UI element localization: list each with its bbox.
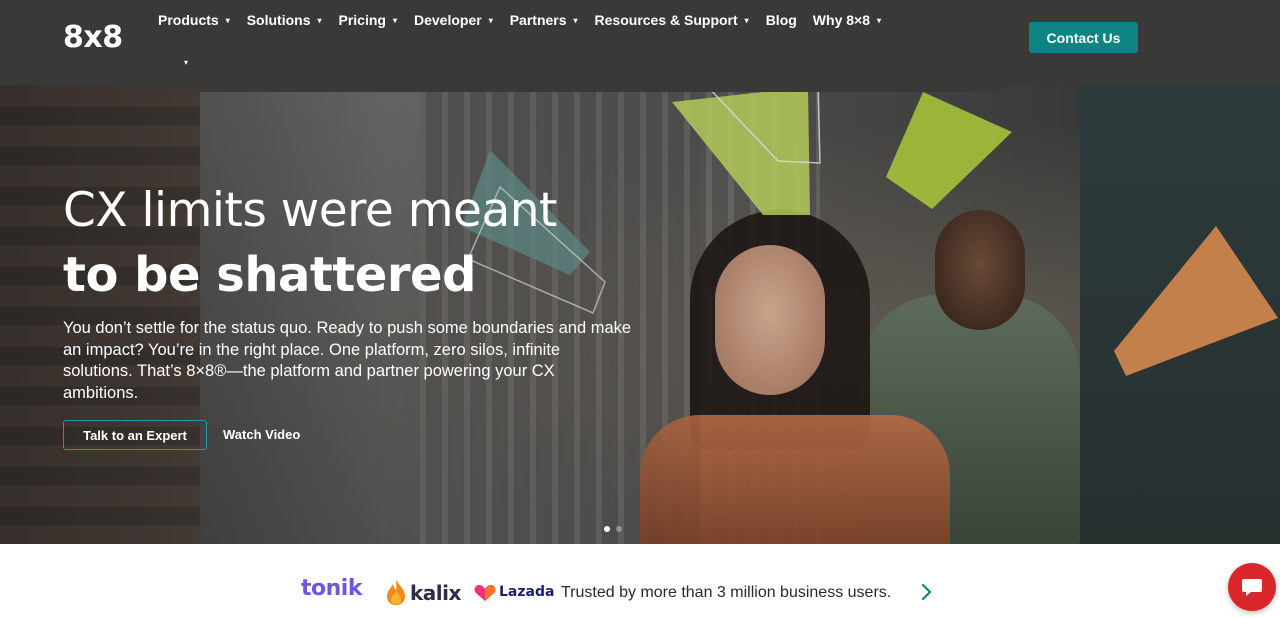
watch-video-button[interactable]: Watch Video <box>223 427 300 442</box>
site-header: 8x8 Products ▾ Solutions ▾ Pricing ▾ Develo… <box>0 0 1280 85</box>
slide-indicator <box>604 526 628 532</box>
nav-item-partners[interactable]: Partners ▾ <box>510 10 578 30</box>
talk-to-expert-button[interactable]: Talk to an Expert <box>63 420 207 450</box>
nav-overflow-caret-icon[interactable]: ▾ <box>184 58 188 67</box>
nav-item-why-8x8[interactable]: Why 8×8 ▾ <box>813 10 881 30</box>
kalix-logo: kalix <box>410 581 461 605</box>
hero-photo-face <box>935 210 1025 330</box>
kalix-flame-icon <box>387 580 405 605</box>
shard-shape-orange <box>1114 226 1278 376</box>
nav-item-blog[interactable]: Blog <box>766 10 797 30</box>
lazada-logo: Lazada <box>499 584 555 600</box>
caret-down-icon: ▾ <box>317 15 322 25</box>
shard-shape-green <box>672 85 1012 215</box>
chat-bubble-icon[interactable] <box>1228 563 1276 611</box>
brand-logo[interactable]: 8x8 <box>63 20 123 55</box>
slide-dot[interactable] <box>604 526 610 532</box>
nav-item-developer[interactable]: Developer ▾ <box>414 10 493 30</box>
caret-down-icon: ▾ <box>488 15 493 25</box>
caret-down-icon: ▾ <box>573 15 578 25</box>
main-nav: Products ▾ Solutions ▾ Pricing ▾ Developer ▾… <box>158 10 898 30</box>
nav-item-label: Why 8×8 <box>812 12 870 28</box>
hero-title-line-2: to be shattered <box>63 247 476 303</box>
caret-down-icon: ▾ <box>392 15 397 25</box>
hero-section: CX limits were meant to be shattered You… <box>0 85 1280 544</box>
nav-item-solutions[interactable]: Solutions ▾ <box>247 10 322 30</box>
nav-item-label: Partners <box>509 12 567 28</box>
nav-item-products[interactable]: Products ▾ <box>158 10 230 30</box>
slide-dot[interactable] <box>616 526 622 532</box>
hero-description: You don’t settle for the status quo. Rea… <box>63 319 632 402</box>
caret-down-icon: ▾ <box>225 15 230 25</box>
hero-photo-face <box>715 245 825 395</box>
nav-item-label: Resources & Support <box>594 12 738 28</box>
nav-dropdown-strip <box>150 85 1004 92</box>
caret-down-icon: ▾ <box>877 15 882 25</box>
tonik-logo: tonik <box>301 576 362 601</box>
nav-item-label: Pricing <box>338 12 386 28</box>
contact-us-button[interactable]: Contact Us <box>1029 22 1138 53</box>
nav-item-label: Blog <box>765 12 797 28</box>
nav-item-label: Solutions <box>246 12 311 28</box>
trust-statement: Trusted by more than 3 million business … <box>561 584 892 601</box>
hero-title-line-1: CX limits were meant <box>63 183 558 238</box>
chat-bubble-glyph <box>1242 579 1262 596</box>
nav-item-pricing[interactable]: Pricing ▾ <box>339 10 397 30</box>
caret-down-icon: ▾ <box>744 15 749 25</box>
nav-item-label: Developer <box>413 12 482 28</box>
trust-bar: tonik kalix Lazada Trusted by more than … <box>0 544 1280 618</box>
lazada-heart-icon <box>474 585 496 601</box>
nav-item-resources-support[interactable]: Resources & Support ▾ <box>595 10 749 30</box>
chevron-right-icon[interactable] <box>919 582 933 602</box>
nav-item-label: Products <box>158 12 219 28</box>
